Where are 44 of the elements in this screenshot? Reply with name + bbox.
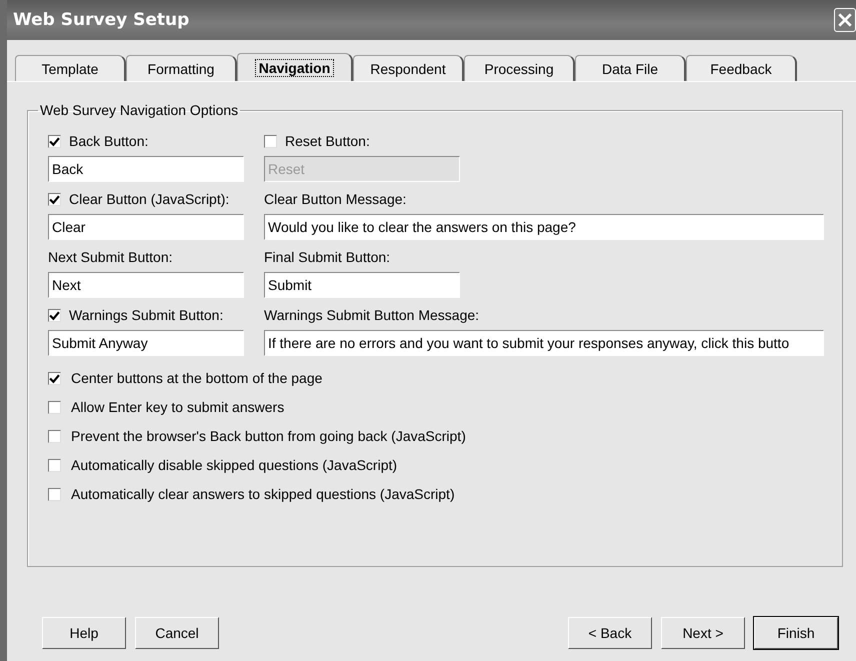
dialog-button[interactable]: Help [42,617,126,649]
text-field[interactable]: Next [48,272,244,298]
text-field[interactable]: Would you like to clear the answers on this page? [264,214,824,240]
checkbox-label: Prevent the browser's Back button from going back (JavaScript) [71,428,466,444]
tab[interactable]: Feedback [686,55,797,81]
checkbox-label: Automatically disable skipped questions (JavaScript) [71,457,398,473]
field-label: Clear Button Message: [264,191,406,207]
tab[interactable]: Navigation [237,53,353,81]
checkbox[interactable] [48,134,61,148]
close-button[interactable] [834,8,856,32]
tab[interactable]: Respondent [353,55,464,81]
text-field[interactable]: Back [48,156,244,182]
dialog-button[interactable]: < Back [568,617,652,649]
checkbox[interactable] [48,192,61,206]
dialog-button[interactable]: Cancel [135,617,219,649]
checkbox-label: Clear Button (JavaScript): [69,191,230,207]
checkbox-label: Back Button: [69,133,148,149]
tab[interactable]: Data File [575,55,686,81]
text-field[interactable]: Submit Anyway [48,330,244,356]
checkbox[interactable] [48,308,61,322]
checkbox[interactable] [48,488,61,500]
checkbox-label: Automatically clear answers to skipped questions (JavaScript) [71,486,455,502]
text-field[interactable]: Submit [264,272,460,298]
field-label: Final Submit Button: [264,249,390,265]
tab[interactable]: Template [15,55,126,81]
tab[interactable]: Processing [464,55,575,81]
checkbox-label: Allow Enter key to submit answers [71,399,284,415]
dialog-button[interactable]: Next > [661,617,745,649]
checkbox-label: Warnings Submit Button: [69,307,224,323]
tab[interactable]: Formatting [126,55,237,81]
field-label: Next Submit Button: [48,249,173,265]
text-field[interactable]: Clear [48,214,244,240]
checkbox[interactable] [48,400,61,414]
text-field[interactable]: If there are no errors and you want to submit your responses anyway, click this butto [264,330,824,356]
field-label: Warnings Submit Button Message: [264,307,480,323]
checkbox[interactable] [48,458,61,472]
close-icon [837,12,853,28]
group-title: Web Survey Navigation Options [39,102,240,118]
window-title: Web Survey Setup [13,10,190,30]
checkbox-label: Center buttons at the bottom of the page [71,370,322,386]
checkbox[interactable] [48,430,61,442]
checkbox-label: Reset Button: [285,133,370,149]
dialog-button[interactable]: Finish [754,617,838,649]
checkbox[interactable] [48,372,61,384]
